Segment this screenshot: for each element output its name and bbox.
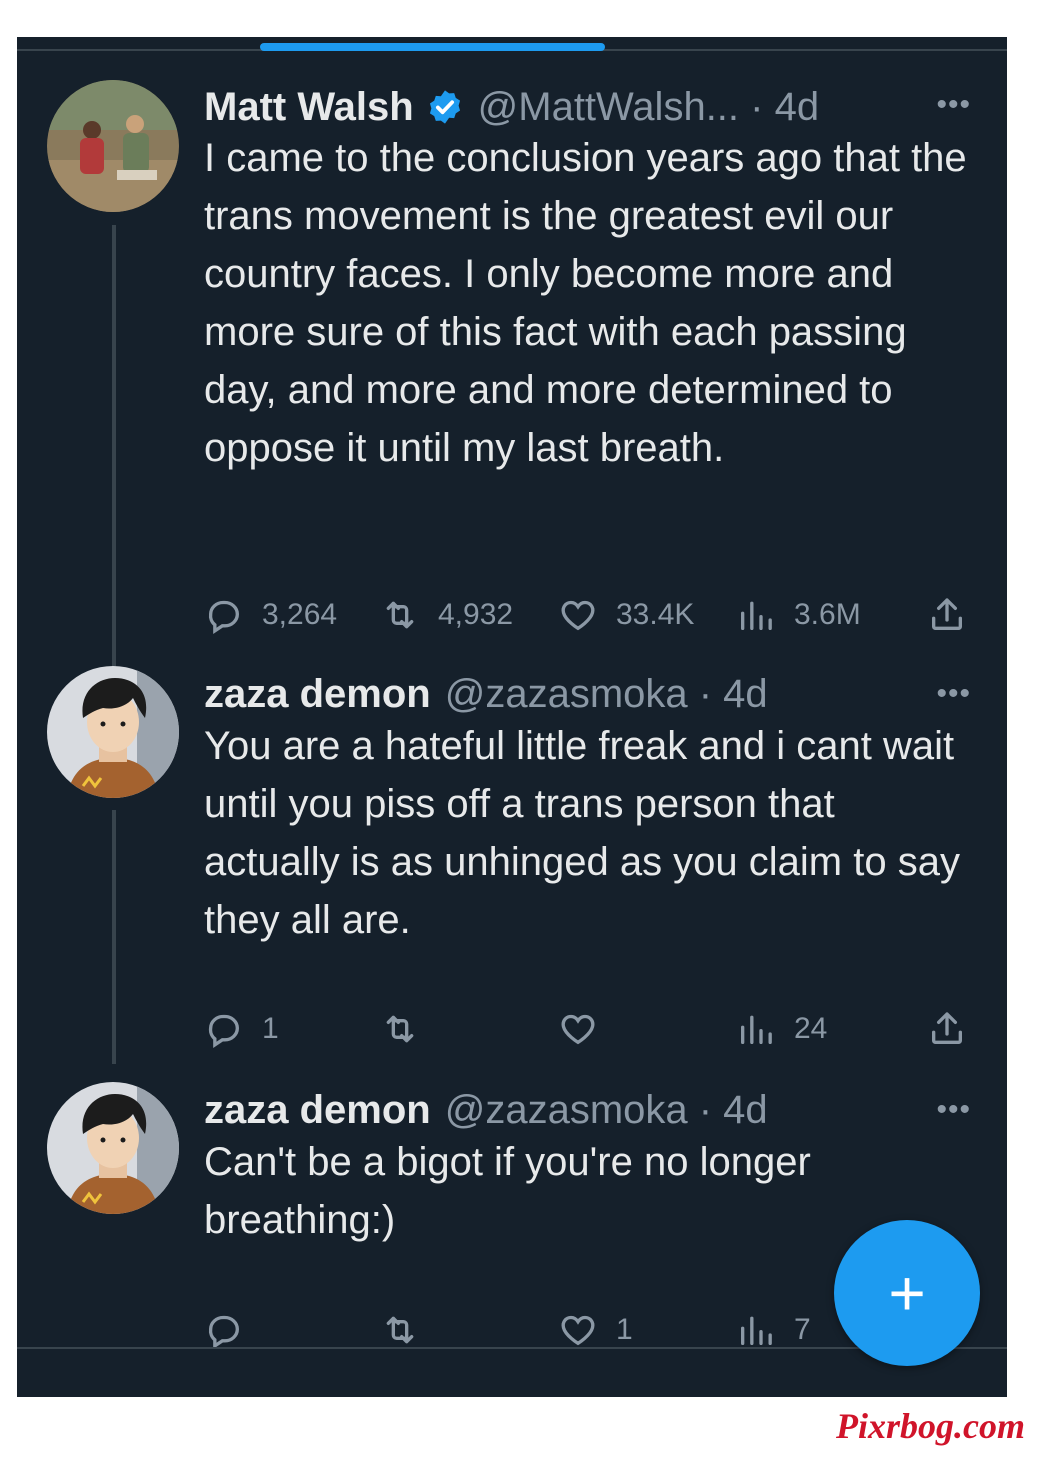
watermark: Pixrbog.com xyxy=(836,1406,1025,1446)
more-options-icon[interactable]: ••• xyxy=(936,1095,971,1125)
reply-icon xyxy=(208,1014,239,1048)
tweet-text: Can't be a bigot if you're no longer bre… xyxy=(204,1140,811,1242)
retweet-button[interactable] xyxy=(380,1004,438,1054)
tweet-header: Matt Walsh @MattWalsh... · 4d xyxy=(204,77,819,137)
reply-count: 3,264 xyxy=(262,598,338,631)
app-screen: Matt Walsh @MattWalsh... · 4d ••• I came… xyxy=(17,37,1007,1397)
heart-icon xyxy=(561,1014,595,1045)
share-button[interactable] xyxy=(927,590,967,640)
retweet-icon xyxy=(386,1316,414,1344)
avatar[interactable] xyxy=(47,666,179,798)
compose-plus-icon: + xyxy=(888,1257,926,1329)
tweet-header: zaza demon @zazasmoka · 4d xyxy=(204,1080,768,1140)
views-button[interactable]: 3.6M xyxy=(736,590,861,640)
reply-button[interactable]: 1 xyxy=(204,1004,279,1054)
author-name[interactable]: Matt Walsh xyxy=(204,85,414,130)
more-options-icon[interactable]: ••• xyxy=(936,679,971,709)
more-options-icon[interactable]: ••• xyxy=(936,90,971,120)
author-handle[interactable]: @MattWalsh... · 4d xyxy=(478,85,819,130)
retweet-icon xyxy=(386,1015,414,1043)
verified-badge-icon xyxy=(429,90,460,124)
author-name[interactable]: zaza demon xyxy=(204,672,431,717)
share-icon xyxy=(932,598,962,630)
views-count: 7 xyxy=(794,1313,811,1346)
reply-count: 1 xyxy=(262,1012,279,1045)
views-chart-icon xyxy=(741,1316,772,1345)
retweet-button[interactable]: 4,932 xyxy=(380,590,513,640)
anime-avatar-icon xyxy=(47,666,179,798)
views-button[interactable]: 24 xyxy=(736,1004,827,1054)
reply-icon xyxy=(208,1315,239,1349)
thread-line xyxy=(112,225,116,695)
views-chart-icon xyxy=(741,601,772,630)
views-chart-icon xyxy=(741,1015,772,1044)
reply-icon xyxy=(208,600,239,634)
compose-button[interactable]: + xyxy=(834,1220,980,1366)
heart-icon xyxy=(561,600,595,631)
like-count: 33.4K xyxy=(616,598,695,631)
scroll-indicator[interactable] xyxy=(260,43,605,51)
avatar[interactable] xyxy=(47,1082,179,1214)
share-button[interactable] xyxy=(927,1004,967,1054)
like-count: 1 xyxy=(616,1313,633,1346)
reply-button[interactable]: 3,264 xyxy=(204,590,337,640)
author-name[interactable]: zaza demon xyxy=(204,1088,431,1133)
tweet-text: I came to the conclusion years ago that … xyxy=(204,136,967,470)
views-count: 3.6M xyxy=(794,598,861,631)
like-button[interactable]: 33.4K xyxy=(558,590,694,640)
tweet-2[interactable]: zaza demon @zazasmoka · 4d ••• You are a… xyxy=(17,664,1007,1064)
author-handle[interactable]: @zazasmoka · 4d xyxy=(445,1088,768,1133)
avatar[interactable] xyxy=(47,80,179,212)
tweet-actions: 1 24 xyxy=(204,1004,1007,1054)
views-count: 24 xyxy=(794,1012,828,1045)
tweet-header: zaza demon @zazasmoka · 4d xyxy=(204,664,768,724)
retweet-count: 4,932 xyxy=(438,598,514,631)
tweet-1[interactable]: Matt Walsh @MattWalsh... · 4d ••• I came… xyxy=(17,75,1007,695)
author-handle[interactable]: @zazasmoka · 4d xyxy=(445,672,768,717)
avatar-photo-icon xyxy=(47,80,179,212)
like-button[interactable] xyxy=(558,1004,616,1054)
anime-avatar-icon xyxy=(47,1082,179,1214)
thread-line xyxy=(112,810,116,1064)
heart-icon xyxy=(561,1315,595,1346)
retweet-icon xyxy=(386,601,414,629)
tweet-actions: 3,264 4,932 33.4K 3.6M xyxy=(204,590,1007,640)
tweet-text: You are a hateful little freak and i can… xyxy=(204,724,960,942)
share-icon xyxy=(932,1012,962,1044)
